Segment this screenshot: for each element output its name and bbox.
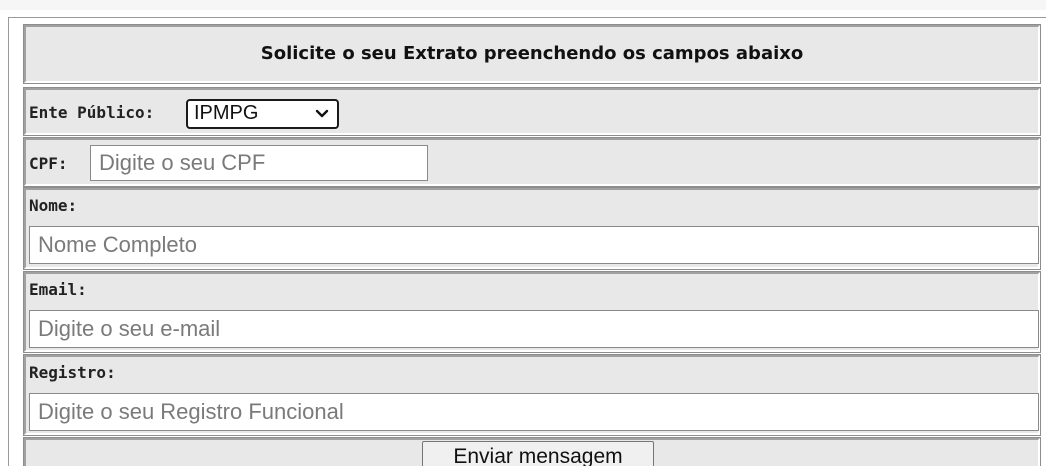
registro-row: Registro: Digite o seu Registro Funciona… <box>23 354 1041 436</box>
nome-row: Nome: Nome Completo <box>23 187 1041 270</box>
ente-publico-select[interactable]: IPMPG <box>186 99 339 129</box>
ente-publico-row: Ente Público: IPMPG <box>23 87 1041 136</box>
email-row: Email: Digite o seu e-mail <box>23 271 1041 353</box>
cpf-row: CPF: Digite o seu CPF <box>23 137 1041 187</box>
form-title: Solicite o seu Extrato preenchendo os ca… <box>260 43 804 64</box>
nome-label: Nome: <box>29 196 78 215</box>
email-input[interactable]: Digite o seu e-mail <box>29 310 1039 348</box>
send-message-button[interactable]: Enviar mensagem <box>422 441 654 466</box>
cpf-label: CPF: <box>29 154 68 173</box>
extract-request-form: Solicite o seu Extrato preenchendo os ca… <box>8 17 1046 466</box>
ente-publico-selected-value: IPMPG <box>194 102 259 124</box>
submit-row: Enviar mensagem <box>23 437 1041 466</box>
form-header-row: Solicite o seu Extrato preenchendo os ca… <box>23 24 1041 84</box>
ente-publico-label: Ente Público: <box>29 103 155 122</box>
chevron-down-icon <box>315 109 329 118</box>
nome-input[interactable]: Nome Completo <box>29 226 1039 264</box>
cpf-input[interactable]: Digite o seu CPF <box>90 145 428 181</box>
page-top-strip <box>0 0 1046 10</box>
email-label: Email: <box>29 280 87 299</box>
registro-label: Registro: <box>29 363 116 382</box>
page-left-margin <box>0 10 8 466</box>
registro-input[interactable]: Digite o seu Registro Funcional <box>29 393 1039 431</box>
